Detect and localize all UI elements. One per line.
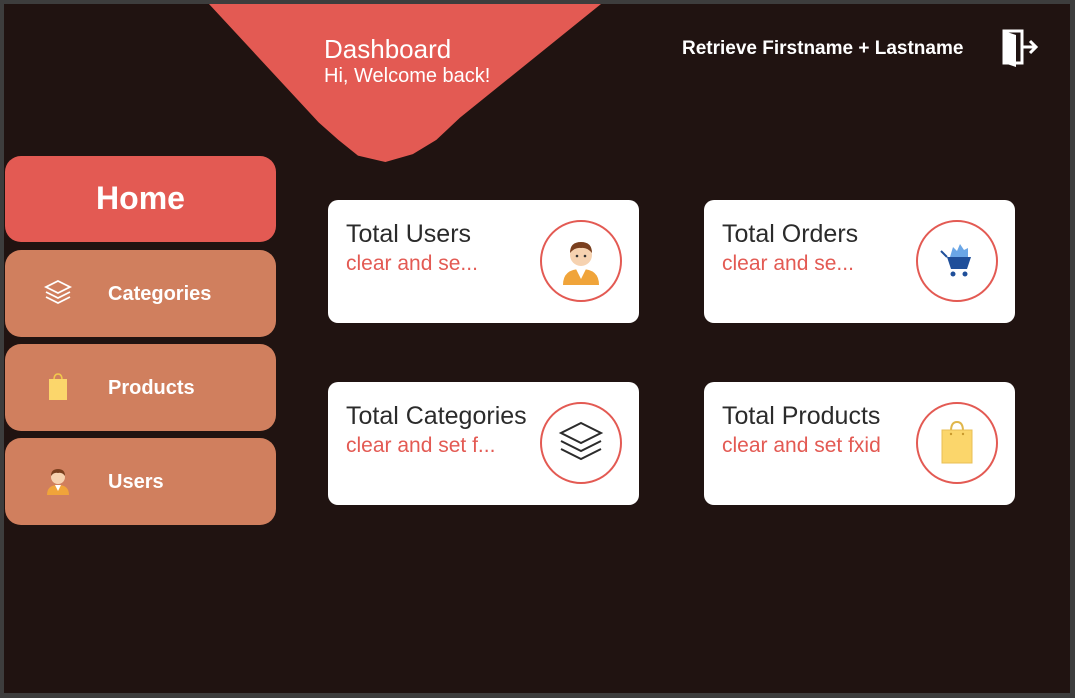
total-orders-card[interactable]: Total Orders clear and se... xyxy=(704,200,1015,323)
card-value: clear and set fxid xyxy=(722,434,881,457)
shopping-bag-icon xyxy=(43,372,73,402)
user-avatar-icon xyxy=(563,242,599,285)
user-avatar-icon xyxy=(43,466,73,496)
total-users-card[interactable]: Total Users clear and se... xyxy=(328,200,639,323)
card-title: Total Categories xyxy=(346,402,527,430)
card-value: clear and se... xyxy=(722,252,854,275)
card-icon-circle xyxy=(540,220,622,302)
shopping-cart-icon xyxy=(940,244,971,277)
card-title: Total Users xyxy=(346,220,472,248)
sidebar-item-categories[interactable]: Categories xyxy=(5,250,276,337)
sidebar-item-products[interactable]: Products xyxy=(5,344,276,431)
shopping-bag-icon xyxy=(941,420,973,464)
card-title: Total Products xyxy=(722,402,881,430)
sidebar-item-label: Categories xyxy=(108,283,212,305)
layers-icon xyxy=(43,278,73,308)
card-icon-circle xyxy=(540,402,622,484)
card-title: Total Orders xyxy=(722,220,859,248)
layers-icon xyxy=(558,421,604,461)
card-value: clear and se... xyxy=(346,252,478,275)
sidebar-item-users[interactable]: Users xyxy=(5,438,276,525)
total-products-card[interactable]: Total Products clear and set fxid xyxy=(704,382,1015,505)
card-value: clear and set f... xyxy=(346,434,496,457)
sidebar-item-label: Home xyxy=(96,180,185,216)
welcome-message: Hi, Welcome back! xyxy=(324,65,491,87)
card-icon-circle xyxy=(916,402,998,484)
total-categories-card[interactable]: Total Categories clear and set f... xyxy=(328,382,639,505)
sidebar-item-home[interactable]: Home xyxy=(5,156,276,242)
logout-icon[interactable] xyxy=(1000,27,1040,67)
page-title: Dashboard xyxy=(324,34,452,64)
user-name: Retrieve Firstname + Lastname xyxy=(682,38,964,59)
sidebar-item-label: Products xyxy=(108,377,195,399)
app-window: Dashboard Hi, Welcome back! Retrieve Fir… xyxy=(4,4,1070,693)
card-icon-circle xyxy=(916,220,998,302)
sidebar-item-label: Users xyxy=(108,471,164,493)
